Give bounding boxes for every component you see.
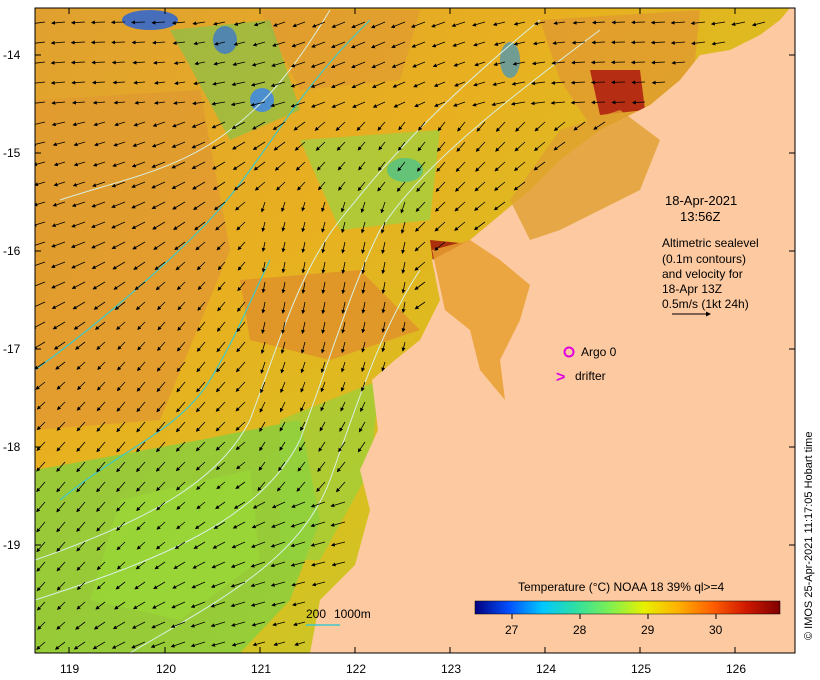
velocity-arrow	[590, 60, 606, 65]
velocity-arrow	[611, 100, 626, 105]
lat-label-17: -17	[3, 342, 21, 356]
legend-line-2: (0.1m contours)	[662, 252, 746, 266]
lon-label-122: 122	[346, 662, 366, 676]
velocity-arrow	[630, 60, 646, 65]
velocity-arrow	[90, 40, 106, 45]
timestamp-date: 18-Apr-2021	[665, 193, 737, 208]
lon-label-126: 126	[726, 662, 746, 676]
velocity-arrow	[591, 100, 606, 105]
timestamp-time: 13:56Z	[680, 209, 721, 224]
velocity-arrow	[630, 40, 646, 45]
velocity-arrow	[611, 20, 626, 25]
lat-label-15: -15	[3, 146, 21, 160]
lon-label-121: 121	[251, 662, 271, 676]
colorbar-tick-27: 27	[505, 623, 519, 637]
lat-label-16: -16	[3, 244, 21, 258]
depth-label-200: 200	[306, 607, 326, 621]
credit-text: © IMOS 25-Apr-2021 11:17:05 Hobart time	[803, 432, 815, 640]
lon-label-120: 120	[156, 662, 176, 676]
colorbar-title: Temperature (°C) NOAA 18 39% ql>=4	[518, 580, 725, 594]
lon-label-119: 119	[60, 662, 79, 676]
drifter-label: drifter	[575, 369, 606, 383]
velocity-arrow	[111, 40, 126, 45]
legend-line-3: and velocity for	[662, 267, 743, 281]
drifter-marker: >	[556, 369, 565, 386]
depth-label-1000: 1000m	[334, 607, 371, 621]
lat-label-19: -19	[3, 538, 21, 552]
legend-line-4: 18-Apr 13Z	[662, 282, 722, 296]
lon-label-125: 125	[631, 662, 651, 676]
lat-label-18: -18	[3, 440, 21, 454]
colorbar-tick-29: 29	[641, 623, 655, 637]
map-figure: -14 -15 -16 -17 -18 -19 119 120 121 122 …	[0, 0, 820, 680]
velocity-arrow	[631, 80, 646, 85]
lon-label-124: 124	[536, 662, 556, 676]
colorbar-tick-30: 30	[709, 623, 723, 637]
argo-label: Argo 0	[581, 345, 617, 359]
ocean-map: -14 -15 -16 -17 -18 -19 119 120 121 122 …	[3, 7, 815, 676]
velocity-arrow	[590, 80, 606, 85]
colorbar	[474, 600, 781, 615]
lat-label-14: -14	[3, 48, 21, 62]
velocity-arrow	[631, 20, 646, 25]
lon-label-123: 123	[441, 662, 461, 676]
legend-line-5: 0.5m/s (1kt 24h)	[662, 297, 749, 311]
legend-line-1: Altimetric sealevel	[662, 236, 759, 250]
velocity-arrow	[131, 20, 146, 25]
velocity-arrow	[90, 20, 106, 25]
colorbar-tick-28: 28	[573, 623, 587, 637]
